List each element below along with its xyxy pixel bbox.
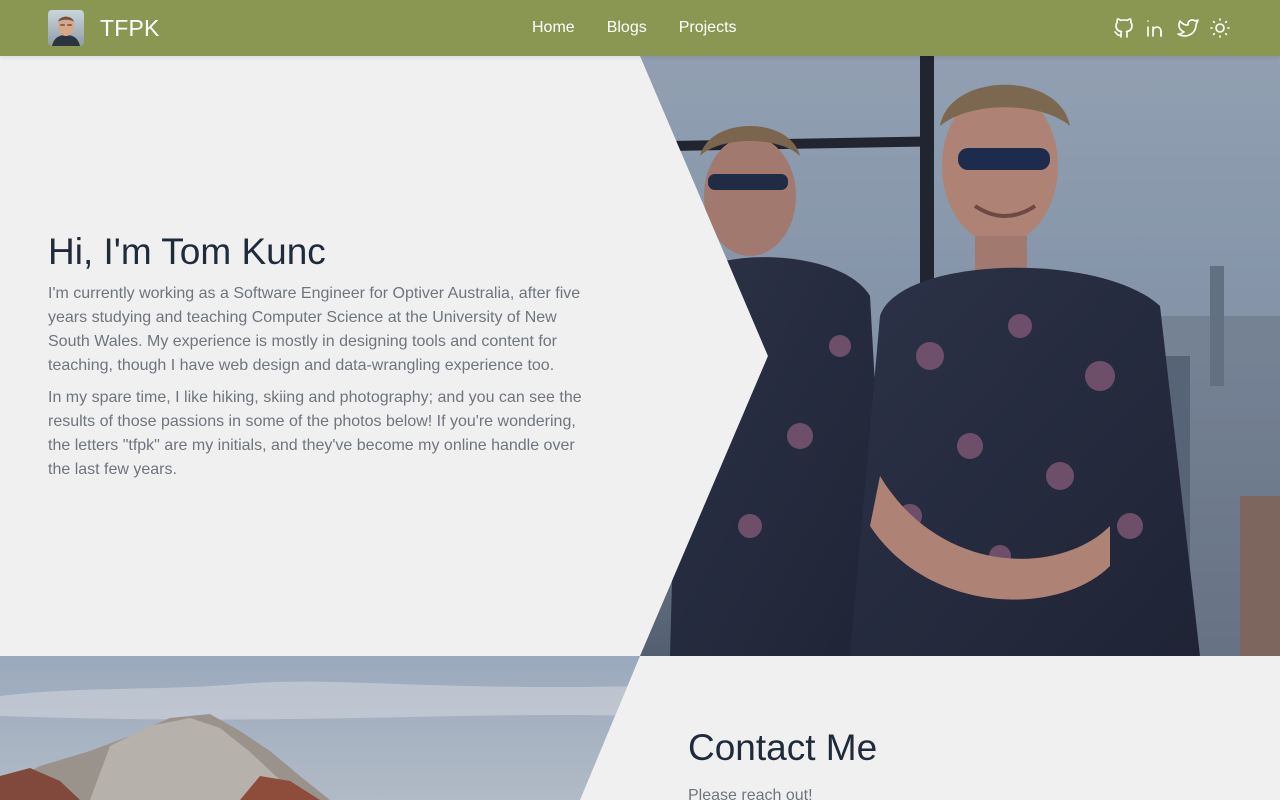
sun-icon[interactable] [1208,16,1232,40]
hero-section: Hi, I'm Tom Kunc I'm currently working a… [0,56,1280,656]
brand-name: TFPK [100,14,160,41]
contact-text: Please reach out! [688,787,813,800]
hobbies-paragraph: In my spare time, I like hiking, skiing … [48,389,582,478]
linkedin-icon[interactable] [1144,16,1168,40]
contact-photo [0,656,640,800]
contact-title: Contact Me [688,727,878,768]
navbar: TFPK Home Blogs Projects [0,0,1280,56]
contact-section: Contact Me Please reach out! [0,656,1280,800]
hero-title: Hi, I'm Tom Kunc [48,231,326,272]
hero-photo [640,56,1280,656]
nav-links: Home Blogs Projects [532,0,769,56]
nav-link-blogs[interactable]: Blogs [607,19,647,37]
twitter-icon[interactable] [1176,16,1200,40]
nav-link-projects[interactable]: Projects [679,19,737,37]
nav-link-home[interactable]: Home [532,19,575,37]
github-icon[interactable] [1112,16,1136,40]
hero-text: Hi, I'm Tom Kunc I'm currently working a… [48,230,600,490]
avatar [48,10,84,46]
brand-link[interactable]: TFPK [48,10,160,46]
social-icons [1104,0,1232,56]
intro-paragraph: I'm currently working as a Software Engi… [48,285,581,374]
